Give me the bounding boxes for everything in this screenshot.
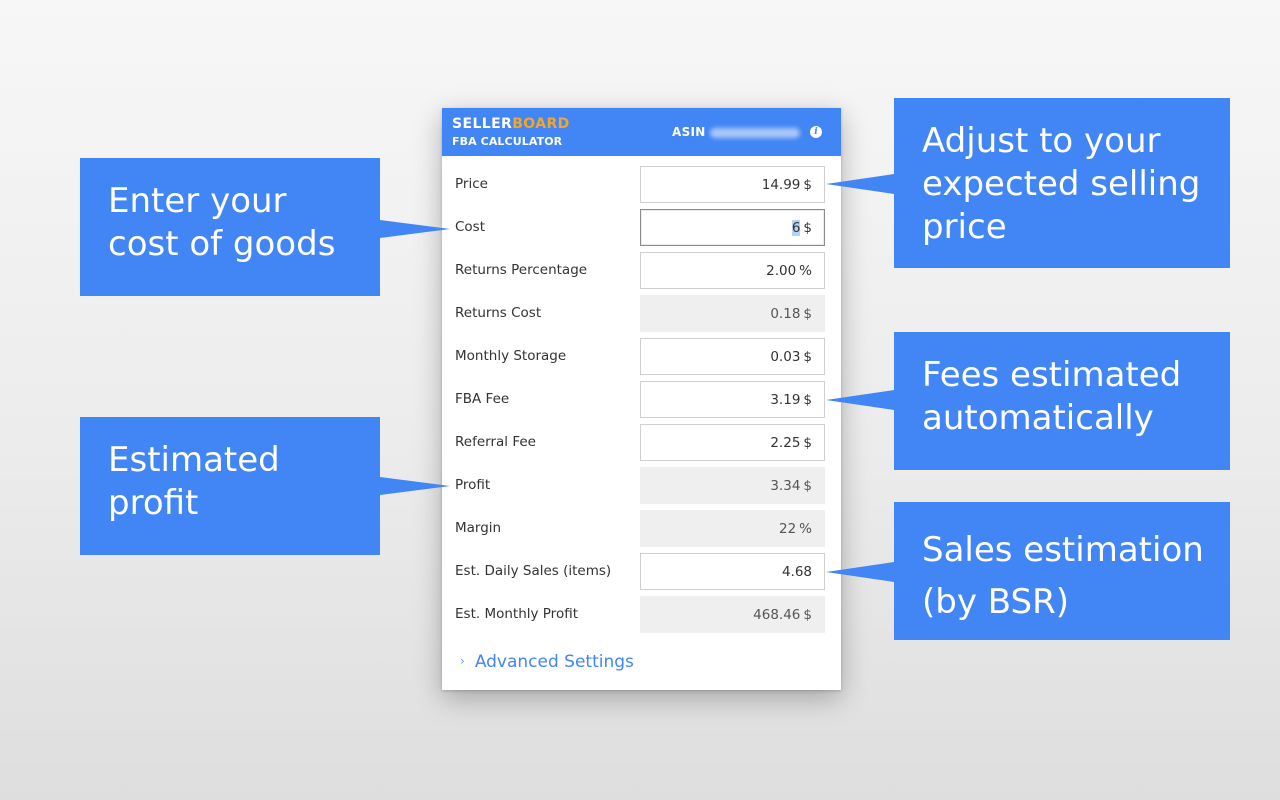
price-input[interactable]: 14.99 $: [640, 166, 825, 203]
callout-price: Adjust to your expected selling price: [894, 98, 1230, 268]
asin-value-blurred: [710, 128, 800, 138]
callout-cost-pointer: [380, 220, 450, 238]
margin-unit: %: [799, 521, 812, 537]
margin-value: 22: [778, 521, 797, 537]
fba-fee-input[interactable]: 3.19 $: [640, 381, 825, 418]
row-returns-cost: Returns Cost 0.18 $: [442, 295, 841, 332]
callout-cost: Enter your cost of goods: [80, 158, 380, 296]
monthly-storage-value: 0.03: [770, 349, 801, 365]
profit-output: 3.34 $: [640, 467, 825, 504]
callout-sales-pointer: [826, 562, 894, 582]
row-returns-percentage: Returns Percentage 2.00%: [442, 252, 841, 289]
callout-fees: Fees estimated automatically: [894, 332, 1230, 470]
callout-profit-line-2: profit: [108, 483, 199, 523]
panel-header: SELLERBOARD FBA CALCULATOR ASIN i: [442, 108, 841, 156]
callout-price-pointer: [826, 174, 894, 194]
callout-profit-line-1: Estimated: [108, 440, 280, 480]
callout-sales: Sales estimation (by BSR): [894, 502, 1230, 640]
daily-sales-label: Est. Daily Sales (items): [455, 563, 612, 579]
profit-unit: $: [803, 478, 812, 494]
brand-logo: SELLERBOARD: [452, 116, 570, 132]
row-monthly-storage: Monthly Storage 0.03 $: [442, 338, 841, 375]
referral-fee-input[interactable]: 2.25 $: [640, 424, 825, 461]
row-monthly-profit: Est. Monthly Profit 468.46 $: [442, 596, 841, 633]
fba-fee-value: 3.19: [770, 392, 801, 408]
callout-sales-line-1: Sales estimation: [922, 530, 1204, 570]
monthly-profit-value: 468.46: [753, 607, 801, 623]
returns-cost-label: Returns Cost: [455, 305, 542, 321]
info-icon[interactable]: i: [810, 126, 822, 138]
price-label: Price: [455, 176, 488, 192]
monthly-storage-label: Monthly Storage: [455, 348, 567, 364]
monthly-storage-unit: $: [803, 349, 812, 365]
price-unit: $: [803, 177, 812, 193]
callout-profit: Estimated profit: [80, 417, 380, 555]
margin-label: Margin: [455, 520, 502, 536]
cost-label: Cost: [455, 219, 486, 235]
asin-label: ASIN: [672, 125, 706, 139]
calculator-subtitle: FBA CALCULATOR: [452, 135, 563, 148]
returns-percentage-value: 2.00: [766, 263, 797, 279]
advanced-settings-link[interactable]: › Advanced Settings: [460, 652, 634, 672]
returns-cost-output: 0.18 $: [640, 295, 825, 332]
row-profit: Profit 3.34 $: [442, 467, 841, 504]
price-value: 14.99: [761, 177, 801, 193]
fba-fee-unit: $: [803, 392, 812, 408]
monthly-profit-label: Est. Monthly Profit: [455, 606, 578, 622]
callout-cost-line-1: Enter your: [108, 181, 287, 221]
returns-cost-unit: $: [803, 306, 812, 322]
cost-unit: $: [803, 220, 812, 236]
brand-board-text: BOARD: [512, 116, 570, 132]
cost-input[interactable]: 6 $: [640, 209, 825, 246]
returns-percentage-label: Returns Percentage: [455, 262, 588, 278]
monthly-storage-input[interactable]: 0.03 $: [640, 338, 825, 375]
callout-fees-line-2: automatically: [922, 398, 1154, 438]
referral-fee-value: 2.25: [770, 435, 801, 451]
fba-fee-label: FBA Fee: [455, 391, 510, 407]
row-margin: Margin 22%: [442, 510, 841, 547]
referral-fee-label: Referral Fee: [455, 434, 536, 450]
brand-seller-text: SELLER: [452, 116, 513, 132]
monthly-profit-unit: $: [803, 607, 812, 623]
callout-fees-line-1: Fees estimated: [922, 355, 1182, 395]
callout-fees-pointer: [826, 390, 894, 410]
callout-cost-line-2: cost of goods: [108, 224, 336, 264]
returns-cost-value: 0.18: [770, 306, 801, 322]
profit-value: 3.34: [770, 478, 801, 494]
returns-percentage-input[interactable]: 2.00%: [640, 252, 825, 289]
row-daily-sales: Est. Daily Sales (items) 4.68: [442, 553, 841, 590]
profit-label: Profit: [455, 477, 491, 493]
row-fba-fee: FBA Fee 3.19 $: [442, 381, 841, 418]
callout-price-line-1: Adjust to your: [922, 121, 1161, 161]
cost-value: 6: [791, 220, 801, 236]
advanced-settings-label: Advanced Settings: [474, 652, 634, 672]
margin-output: 22%: [640, 510, 825, 547]
callout-price-line-2: expected selling: [922, 164, 1201, 204]
row-referral-fee: Referral Fee 2.25 $: [442, 424, 841, 461]
fba-calculator-panel: SELLERBOARD FBA CALCULATOR ASIN i Price …: [442, 108, 841, 690]
daily-sales-input[interactable]: 4.68: [640, 553, 825, 590]
monthly-profit-output: 468.46 $: [640, 596, 825, 633]
referral-fee-unit: $: [803, 435, 812, 451]
callout-price-line-3: price: [922, 207, 1007, 247]
daily-sales-value: 4.68: [781, 564, 812, 580]
row-cost: Cost 6 $: [442, 209, 841, 246]
callout-profit-pointer: [380, 477, 450, 495]
returns-percentage-unit: %: [799, 263, 812, 279]
row-price: Price 14.99 $: [442, 166, 841, 203]
chevron-right-icon: ›: [460, 654, 465, 668]
callout-sales-line-2: (by BSR): [922, 582, 1069, 622]
